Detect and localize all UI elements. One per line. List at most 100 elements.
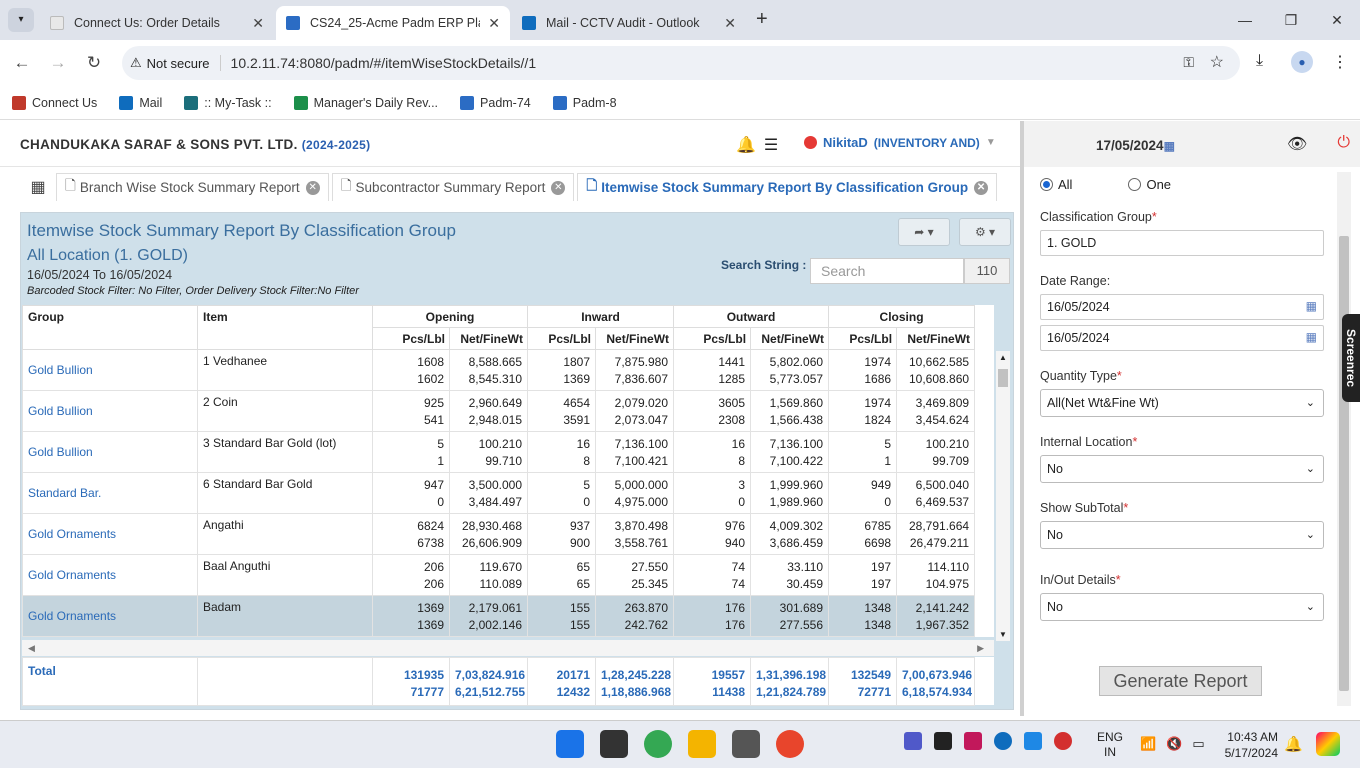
panel-scrollbar[interactable] bbox=[1337, 172, 1351, 706]
generate-report-button[interactable]: Generate Report bbox=[1099, 666, 1262, 696]
table-row[interactable]: Gold Ornaments Baal Anguthi 206 206 119.6… bbox=[22, 554, 976, 596]
search-input[interactable]: Search bbox=[810, 258, 964, 284]
show-subtotal-select[interactable]: No ⌄ bbox=[1040, 521, 1324, 549]
forward-icon[interactable]: → bbox=[40, 53, 76, 73]
close-icon[interactable]: ✕ bbox=[305, 180, 320, 195]
profile-icon[interactable]: ● bbox=[1291, 51, 1313, 73]
col-net[interactable]: Net/FineWt bbox=[896, 327, 976, 350]
share-button[interactable]: ➦ ▾ bbox=[898, 218, 950, 246]
bookmark-daily-review[interactable]: Manager's Daily Rev... bbox=[293, 95, 438, 110]
radio-one[interactable]: One bbox=[1128, 177, 1171, 192]
group-cell[interactable]: Gold Ornaments bbox=[22, 513, 198, 555]
date-to-field[interactable]: 16/05/2024 ▦ bbox=[1040, 325, 1324, 351]
minimize-icon[interactable]: — bbox=[1222, 0, 1268, 40]
col-pcs[interactable]: Pcs/Lbl bbox=[828, 327, 898, 350]
notes-app-icon[interactable] bbox=[600, 730, 628, 758]
wifi-icon[interactable]: 📶 bbox=[1140, 736, 1156, 752]
calendar-icon[interactable]: ▦ bbox=[1306, 299, 1317, 313]
app-tray-icon[interactable] bbox=[964, 732, 982, 750]
table-row-selected[interactable]: Gold Ornaments Badam 1369 1369 2,179.061 2… bbox=[22, 595, 976, 637]
col-pcs[interactable]: Pcs/Lbl bbox=[673, 327, 752, 350]
wps-office-icon[interactable] bbox=[776, 730, 804, 758]
teams-icon[interactable] bbox=[904, 732, 922, 750]
app-icon[interactable] bbox=[732, 730, 760, 758]
app-tray-icon[interactable] bbox=[934, 732, 952, 750]
browser-tab-outlook[interactable]: Mail - CCTV Audit - Outlook ✕ bbox=[512, 6, 746, 40]
copilot-icon[interactable] bbox=[1316, 732, 1340, 756]
classification-field[interactable]: 1. GOLD bbox=[1040, 230, 1324, 256]
tab-subcontractor[interactable]: 🗋 Subcontractor Summary Report ✕ bbox=[331, 173, 575, 201]
bookmark-padm-74[interactable]: Padm-74 bbox=[460, 95, 531, 110]
browser-tab-padm[interactable]: CS24_25-Acme Padm ERP Platfo ✕ bbox=[276, 6, 510, 40]
scroll-right-icon[interactable]: ▶ bbox=[977, 643, 984, 654]
back-icon[interactable]: ← bbox=[4, 53, 40, 73]
internal-location-select[interactable]: No ⌄ bbox=[1040, 455, 1324, 483]
eye-slash-icon[interactable]: 👁 bbox=[1287, 134, 1307, 154]
scroll-thumb[interactable] bbox=[1339, 236, 1349, 691]
power-icon[interactable]: ⏻ bbox=[1337, 134, 1350, 154]
star-icon[interactable]: ☆ bbox=[1210, 52, 1224, 72]
new-tab-button[interactable]: + bbox=[756, 8, 768, 31]
col-pcs[interactable]: Pcs/Lbl bbox=[372, 327, 450, 350]
notification-icon[interactable]: 🔔 bbox=[1284, 735, 1303, 753]
group-cell[interactable]: Gold Bullion bbox=[22, 390, 198, 432]
inout-details-select[interactable]: No ⌄ bbox=[1040, 593, 1324, 621]
group-cell[interactable]: Gold Bullion bbox=[22, 431, 198, 473]
close-window-icon[interactable]: ✕ bbox=[1314, 0, 1360, 40]
security-icon[interactable] bbox=[1024, 732, 1042, 750]
onedrive-icon[interactable] bbox=[994, 732, 1012, 750]
key-icon[interactable]: ⚿ bbox=[1183, 54, 1194, 71]
grid-horizontal-scrollbar[interactable]: ◀ ▶ bbox=[22, 640, 994, 656]
table-row[interactable]: Gold Ornaments Angathi 6824 6738 28,930.4… bbox=[22, 513, 976, 555]
close-icon[interactable]: ✕ bbox=[551, 180, 566, 195]
group-cell[interactable]: Gold Bullion bbox=[22, 349, 198, 391]
volume-icon[interactable]: 🔇 bbox=[1166, 736, 1182, 752]
col-net[interactable]: Net/FineWt bbox=[595, 327, 675, 350]
language-indicator[interactable]: ENG IN bbox=[1097, 730, 1123, 760]
restore-icon[interactable]: ❐ bbox=[1268, 0, 1314, 40]
col-net[interactable]: Net/FineWt bbox=[448, 327, 529, 350]
close-icon[interactable]: ✕ bbox=[974, 180, 989, 195]
battery-icon[interactable]: ▭ bbox=[1192, 736, 1204, 752]
browser-tab-connect-us[interactable]: Connect Us: Order Details ✕ bbox=[40, 6, 274, 40]
bell-icon[interactable]: 🔔 bbox=[736, 135, 756, 155]
bookmark-connect-us[interactable]: Connect Us bbox=[12, 95, 97, 110]
chrome-icon[interactable] bbox=[644, 730, 672, 758]
table-row[interactable]: Gold Bullion 1 Vedhanee 1608 1602 8,588.6… bbox=[22, 349, 976, 391]
screenrec-widget[interactable]: Screenrec bbox=[1342, 314, 1360, 402]
close-icon[interactable]: ✕ bbox=[724, 15, 736, 32]
group-cell[interactable]: Standard Bar. bbox=[22, 472, 198, 514]
quantity-type-select[interactable]: All(Net Wt&Fine Wt) ⌄ bbox=[1040, 389, 1324, 417]
date-from-field[interactable]: 16/05/2024 ▦ bbox=[1040, 294, 1324, 320]
close-icon[interactable]: ✕ bbox=[252, 15, 264, 32]
bookmark-mail[interactable]: Mail bbox=[119, 95, 162, 110]
omnibox[interactable]: ⚠ Not secure 10.2.11.74:8080/padm/#/itemW… bbox=[122, 46, 1240, 80]
security-indicator[interactable]: ⚠ Not secure bbox=[130, 55, 221, 71]
grid-vertical-scrollbar[interactable]: ▲ ▼ bbox=[996, 351, 1010, 641]
scroll-down-icon[interactable]: ▼ bbox=[999, 630, 1007, 639]
col-group[interactable]: Group bbox=[22, 305, 198, 350]
radio-all[interactable]: All bbox=[1040, 177, 1072, 192]
bookmark-my-task[interactable]: :: My-Task :: bbox=[184, 95, 272, 110]
current-date[interactable]: 17/05/2024▦ bbox=[1096, 138, 1175, 153]
url-text[interactable]: 10.2.11.74:8080/padm/#/itemWiseStockDeta… bbox=[221, 55, 537, 71]
menu-icon[interactable]: ⋮ bbox=[1332, 52, 1348, 72]
grid-menu-icon[interactable]: ▦ bbox=[20, 177, 56, 197]
scroll-thumb[interactable] bbox=[998, 369, 1008, 387]
file-explorer-icon[interactable] bbox=[688, 730, 716, 758]
bookmark-padm-8[interactable]: Padm-8 bbox=[552, 95, 617, 110]
reload-icon[interactable]: ↻ bbox=[76, 53, 112, 73]
clock[interactable]: 10:43 AM 5/17/2024 bbox=[1220, 729, 1278, 761]
user-menu[interactable]: NikitaD (INVENTORY AND) ▼ bbox=[804, 135, 996, 150]
scroll-left-icon[interactable]: ◀ bbox=[28, 643, 35, 654]
settings-button[interactable]: ⚙ ▾ bbox=[959, 218, 1011, 246]
calendar-icon[interactable]: ▦ bbox=[1306, 330, 1317, 344]
table-row[interactable]: Gold Bullion 2 Coin 925 541 2,960.649 2,94… bbox=[22, 390, 976, 432]
col-item[interactable]: Item bbox=[197, 305, 373, 350]
group-cell[interactable]: Gold Ornaments bbox=[22, 595, 198, 637]
record-icon[interactable] bbox=[1054, 732, 1072, 750]
list-icon[interactable]: ☰ bbox=[764, 135, 778, 155]
tab-branch-wise[interactable]: 🗋 Branch Wise Stock Summary Report ✕ bbox=[56, 173, 329, 201]
windows-start-icon[interactable] bbox=[556, 730, 584, 758]
tab-search-button[interactable]: ▾ bbox=[8, 8, 34, 32]
